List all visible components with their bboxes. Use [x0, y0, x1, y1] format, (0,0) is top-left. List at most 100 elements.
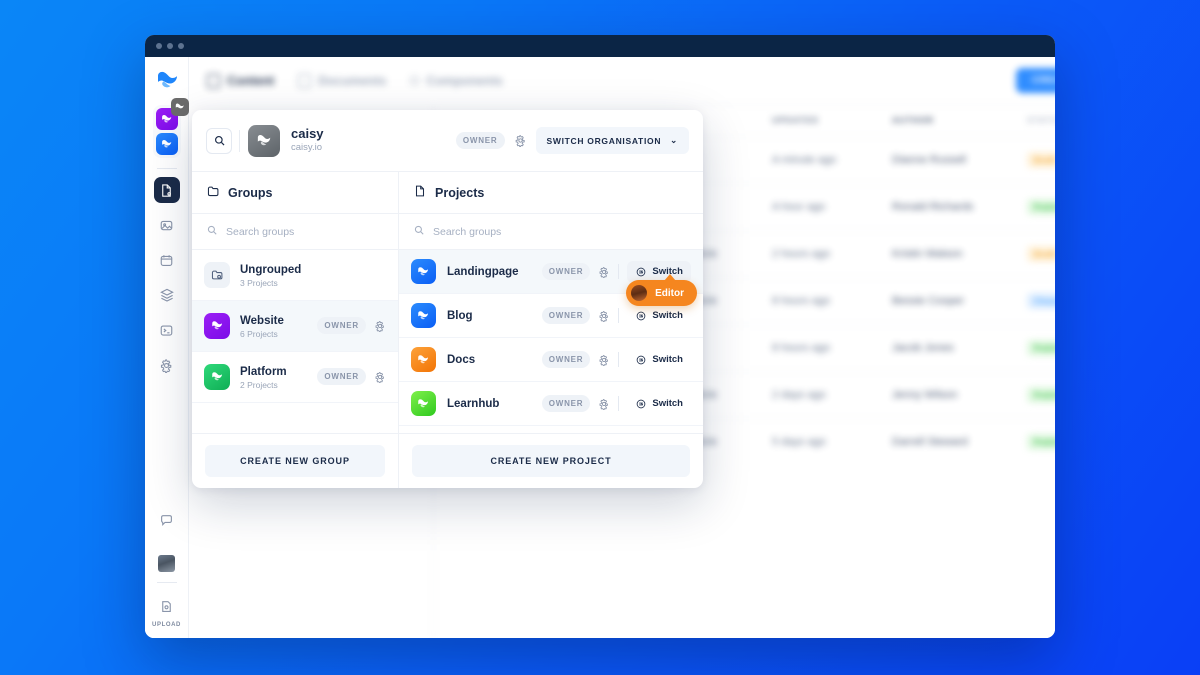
projects-footer: CREATE NEW PROJECT	[399, 433, 703, 488]
switch-project-button[interactable]: Switch	[627, 305, 691, 327]
projects-search-placeholder: Search groups	[433, 225, 502, 238]
groups-search-placeholder: Search groups	[226, 225, 295, 238]
organisation-switcher-modal: caisy caisy.io OWNER SWITCH ORGANISATION…	[192, 110, 703, 488]
groups-search[interactable]: Search groups	[192, 214, 398, 250]
group-list-item[interactable]: Platform 2 Projects OWNER	[192, 352, 398, 403]
gear-icon[interactable]	[514, 134, 527, 147]
divider	[618, 396, 620, 411]
window-minimize-dot[interactable]	[167, 43, 173, 49]
project-list-item[interactable]: Landingpage OWNER Switch Editor	[399, 250, 703, 306]
active-project-badge-icon[interactable]	[170, 98, 189, 116]
sidebar-item-assets[interactable]	[154, 212, 180, 238]
project-icon	[411, 303, 436, 328]
sidebar-item-calendar[interactable]	[154, 247, 180, 273]
left-rail: UPLOAD	[145, 57, 189, 638]
chat-bubble-icon[interactable]	[154, 507, 180, 533]
sidebar-item-layers[interactable]	[154, 282, 180, 308]
sidebar-item-terminal[interactable]	[154, 317, 180, 343]
project-list-item[interactable]: Docs OWNER Switch	[399, 338, 703, 382]
group-list-item[interactable]: Ungrouped 3 Projects	[192, 250, 398, 301]
modal-columns: Groups Search groups Ungrouped 3 Projects…	[192, 172, 703, 488]
project-name: Blog	[447, 309, 473, 322]
row-author: Kristin Watson	[892, 248, 963, 260]
switch-project-label: Switch	[652, 354, 683, 365]
projects-column: Projects Search groups Landingpage OWNER S…	[399, 172, 703, 488]
switch-project-button[interactable]: Switch	[627, 393, 691, 415]
upload-label: UPLOAD	[152, 622, 181, 628]
caisy-org-avatar-icon	[248, 124, 280, 157]
switch-project-label: Switch	[652, 398, 683, 409]
projects-search[interactable]: Search groups	[399, 214, 703, 250]
gear-icon[interactable]	[598, 310, 610, 322]
project-name: Docs	[447, 353, 476, 366]
create-new-group-button[interactable]: CREATE NEW GROUP	[205, 445, 385, 477]
rail-divider	[156, 168, 177, 169]
group-text: Ungrouped 3 Projects	[240, 260, 301, 290]
project-list-item[interactable]: Learnhub OWNER Switch	[399, 382, 703, 426]
tab-documents[interactable]: Documents	[298, 73, 386, 88]
divider	[618, 264, 620, 279]
sidebar-item-settings[interactable]	[154, 352, 180, 378]
project-chip-blue[interactable]	[155, 133, 178, 155]
group-project-count: 2 Projects	[240, 379, 278, 390]
rail-divider-2	[156, 582, 177, 583]
search-icon	[413, 224, 425, 239]
caisy-logo-icon[interactable]	[154, 67, 180, 93]
row-author: Ronald Richards	[892, 201, 974, 213]
row-updated: 2 days ago	[772, 389, 826, 401]
avatar[interactable]	[158, 555, 175, 572]
search-icon[interactable]	[206, 127, 232, 154]
gear-icon[interactable]	[598, 354, 610, 366]
group-icon	[204, 261, 230, 288]
groups-column: Groups Search groups Ungrouped 3 Projects…	[192, 172, 399, 488]
row-updated: 2 hours ago	[772, 248, 831, 260]
project-name: Learnhub	[447, 397, 500, 410]
create-button[interactable]: CREATE ▾	[1016, 68, 1055, 93]
switch-project-button[interactable]: Switch	[627, 349, 691, 371]
project-icon	[411, 347, 436, 372]
row-author: Darrell Steward	[892, 436, 968, 448]
rail-bottom-section: UPLOAD	[152, 507, 181, 638]
group-role-badge: OWNER	[317, 317, 366, 335]
groups-icon	[206, 184, 220, 201]
row-status: Published	[1027, 387, 1055, 403]
tab-content[interactable]: Content	[207, 73, 275, 88]
tooltip-avatar	[630, 284, 649, 302]
window-close-dot[interactable]	[156, 43, 162, 49]
projects-header: Projects	[399, 172, 703, 214]
document-icon	[413, 184, 427, 201]
tab-content-label: Content	[227, 73, 275, 88]
gear-icon[interactable]	[374, 320, 386, 332]
role-tooltip-label: Editor	[655, 287, 684, 299]
gear-icon[interactable]	[598, 398, 610, 410]
group-icon	[204, 312, 230, 339]
row-updated: 8 hours ago	[772, 342, 831, 354]
project-switcher-stack	[152, 98, 189, 158]
group-name: Ungrouped	[240, 264, 302, 276]
row-status: Draft	[1027, 152, 1055, 168]
row-updated: 8 hours ago	[772, 295, 831, 307]
sidebar-item-documents[interactable]	[153, 177, 180, 203]
project-icon	[411, 259, 436, 284]
create-new-project-button[interactable]: CREATE NEW PROJECT	[412, 445, 690, 477]
row-status: Changed	[1027, 293, 1055, 309]
switch-organisation-button[interactable]: SWITCH ORGANISATION ⌄	[535, 127, 689, 154]
projects-title: Projects	[435, 185, 485, 200]
row-updated: A minute ago	[772, 154, 837, 166]
groups-list: Ungrouped 3 Projects Website 6 Projects OWNE…	[192, 250, 398, 433]
window-maximize-dot[interactable]	[178, 43, 184, 49]
groups-header: Groups	[192, 172, 398, 214]
content-icon	[207, 73, 220, 88]
role-tooltip: Editor	[626, 274, 697, 306]
chevron-down-icon: ⌄	[670, 135, 678, 145]
upload-icon[interactable]	[154, 593, 180, 619]
group-text: Website 6 Projects	[240, 311, 284, 341]
gear-icon[interactable]	[374, 371, 386, 383]
tooltip-arrow-icon	[664, 274, 676, 281]
project-role-badge: OWNER	[541, 351, 591, 368]
gear-icon[interactable]	[598, 266, 610, 278]
group-list-item[interactable]: Website 6 Projects OWNER	[192, 300, 398, 352]
tab-components[interactable]: Components	[410, 74, 503, 88]
project-role-badge: OWNER	[541, 307, 591, 324]
project-role-badge: OWNER	[541, 263, 591, 280]
